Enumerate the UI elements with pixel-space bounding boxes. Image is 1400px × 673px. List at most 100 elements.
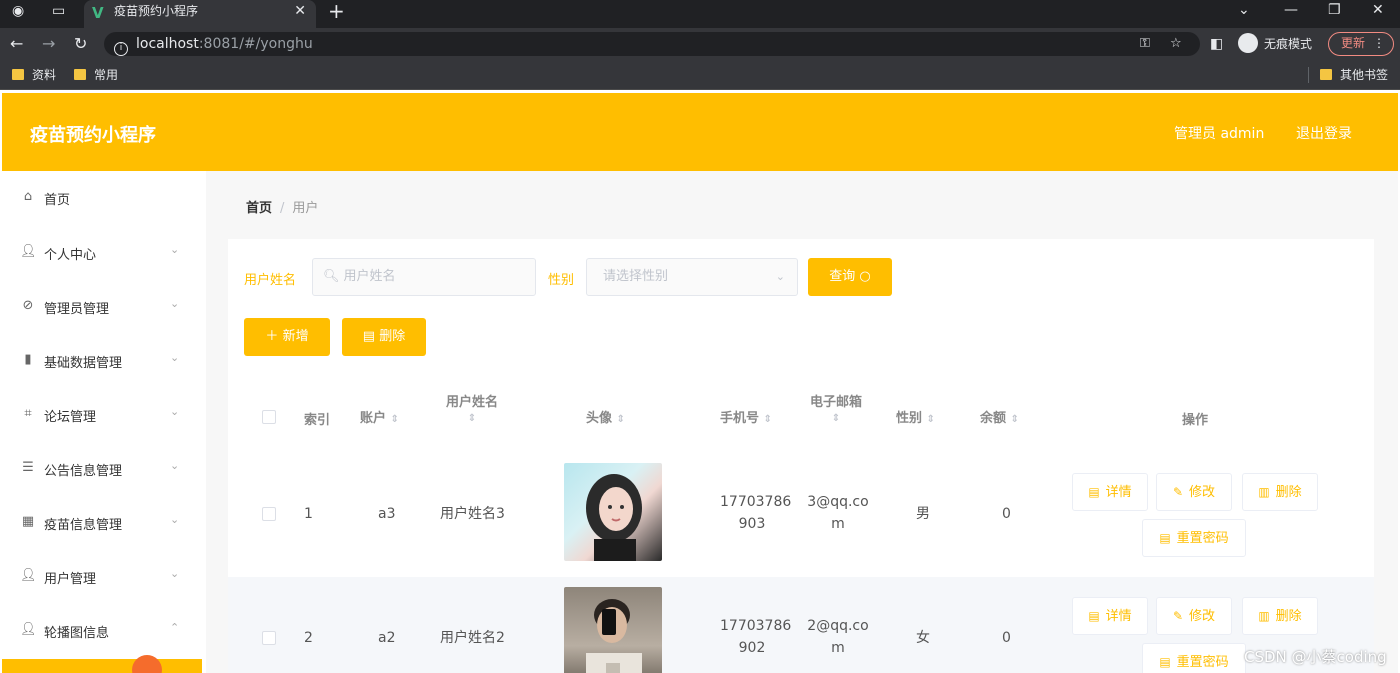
row-checkbox[interactable] <box>262 631 276 645</box>
sidebar-item-admin-manage[interactable]: ⊘ 管理员管理 ⌄ <box>2 280 204 334</box>
col-account[interactable]: 账户 ⇕ <box>360 407 399 426</box>
document-icon: ▤ <box>1088 609 1100 623</box>
gender-select[interactable]: 请选择性别 ⌄ <box>586 258 798 296</box>
cell-email: 2@qq.co m <box>807 618 869 656</box>
bookmark-star-icon[interactable]: ☆ <box>1170 32 1182 56</box>
chevron-down-icon: ⌄ <box>170 405 180 418</box>
sidebar-active-submenu[interactable] <box>2 655 202 673</box>
avatar[interactable] <box>564 463 662 561</box>
col-avatar[interactable]: 头像 ⇕ <box>586 407 625 426</box>
sort-icon[interactable]: ⇕ <box>1011 414 1019 425</box>
carousel-icon: 👤︎ <box>20 622 37 637</box>
edit-button[interactable]: ✎ 修改 <box>1156 473 1232 511</box>
new-tab-icon[interactable]: + <box>328 0 345 23</box>
breadcrumb: 首页 / 用户 <box>246 197 318 216</box>
table-row: 2 a2 用户姓名2 17703786 902 2@qq.co m 女 0 ▤ 详情 … <box>228 577 1374 673</box>
delete-button[interactable]: ▥ 删除 <box>1242 597 1318 635</box>
site-info-icon[interactable]: i <box>114 42 128 56</box>
content-panel: 用户姓名 🔍︎ 用户姓名 性别 请选择性别 ⌄ 查询 ○ ＋ 新增 ▤ 删除 索引… <box>228 239 1374 673</box>
sort-icon[interactable]: ⇕ <box>617 414 625 425</box>
home-icon: ⌂ <box>23 189 33 204</box>
bookmark-folder-changyong[interactable]: 常用 <box>74 67 118 83</box>
sort-icon[interactable]: ⇕ <box>764 414 772 425</box>
query-button[interactable]: 查询 ○ <box>808 258 892 296</box>
sidebar-panel-icon[interactable]: ◧ <box>1210 34 1223 54</box>
sidebar-item-carousel[interactable]: 👤︎ 轮播图信息 ⌃ <box>2 604 204 658</box>
add-label: 新增 <box>282 329 309 344</box>
main-content: 首页 / 用户 用户姓名 🔍︎ 用户姓名 性别 请选择性别 ⌄ 查询 ○ ＋ 新增 ▤… <box>206 171 1398 673</box>
url-input[interactable]: i localhost:8081/#/yonghu ⚿ ☆ <box>104 32 1200 56</box>
col-email[interactable]: 电子邮箱 ⇕ <box>808 391 864 425</box>
sidebar-item-vaccine-info[interactable]: ▦ 疫苗信息管理 ⌄ <box>2 496 204 550</box>
detail-button[interactable]: ▤ 详情 <box>1072 473 1148 511</box>
sort-icon[interactable]: ⇕ <box>927 414 935 425</box>
reset-password-button[interactable]: ▤ 重置密码 <box>1142 519 1246 557</box>
minimize-icon[interactable]: — <box>1284 0 1298 20</box>
breadcrumb-home[interactable]: 首页 <box>246 201 272 216</box>
incognito-indicator[interactable]: 无痕模式 <box>1238 32 1312 56</box>
forward-icon[interactable]: → <box>42 34 55 54</box>
address-bar-row: ← → ↻ i localhost:8081/#/yonghu ⚿ ☆ ◧ 无痕模… <box>0 28 1400 60</box>
edit-button[interactable]: ✎ 修改 <box>1156 597 1232 635</box>
bookmark-folder-ziliao[interactable]: 资料 <box>12 67 56 83</box>
sidebar-item-forum[interactable]: ⌗ 论坛管理 ⌄ <box>2 388 204 442</box>
folder-icon <box>12 69 24 80</box>
sort-icon[interactable]: ⇕ <box>391 414 399 425</box>
update-button[interactable]: 更新 ⋮ <box>1328 32 1394 56</box>
sidebar-item-basic-data[interactable]: ▮ 基础数据管理 ⌄ <box>2 334 204 388</box>
sort-icon[interactable]: ⇕ <box>468 413 476 424</box>
add-button[interactable]: ＋ 新增 <box>244 318 330 356</box>
bar-chart-icon: ▮ <box>24 352 32 367</box>
other-bookmarks[interactable]: 其他书签 <box>1320 67 1388 83</box>
vue-logo-icon: V <box>92 4 104 22</box>
col-phone[interactable]: 手机号 ⇕ <box>720 407 772 426</box>
sidebar-item-label: 论坛管理 <box>44 410 97 425</box>
plus-icon: ＋ <box>265 329 279 344</box>
sidebar-item-home[interactable]: ⌂ 首页 <box>2 171 204 225</box>
list-icon: ☰ <box>22 460 34 475</box>
more-menu-icon[interactable]: ⋮ <box>1373 33 1385 54</box>
delete-button[interactable]: ▥ 删除 <box>1242 473 1318 511</box>
batch-delete-button[interactable]: ▤ 删除 <box>342 318 426 356</box>
col-balance[interactable]: 余额 ⇕ <box>980 407 1019 426</box>
chevron-down-icon: ⌄ <box>775 270 785 283</box>
chevron-down-icon: ⌄ <box>170 459 180 472</box>
chevron-down-icon: ⌄ <box>170 513 180 526</box>
sort-icon[interactable]: ⇕ <box>832 413 840 424</box>
key-icon[interactable]: ⚿ <box>1140 32 1150 56</box>
search-icon: ○ <box>859 269 871 284</box>
detail-button[interactable]: ▤ 详情 <box>1072 597 1148 635</box>
batch-delete-label: 删除 <box>379 329 406 344</box>
sidebar-item-announcement[interactable]: ☰ 公告信息管理 ⌄ <box>2 442 204 496</box>
cell-gender: 女 <box>916 630 930 646</box>
chevron-up-icon: ⌃ <box>170 621 180 634</box>
sidebar-item-label: 公告信息管理 <box>44 464 123 479</box>
col-gender[interactable]: 性别 ⇕ <box>896 407 935 426</box>
reset-password-button[interactable]: ▤ 重置密码 <box>1142 643 1246 673</box>
globe-icon[interactable]: ◉ <box>12 0 24 22</box>
reload-icon[interactable]: ↻ <box>74 34 87 54</box>
tab-search-icon[interactable]: ⌄ <box>1238 0 1250 20</box>
sidebar-item-user-manage[interactable]: 👤︎ 用户管理 ⌄ <box>2 550 204 604</box>
close-window-icon[interactable]: ✕ <box>1372 0 1384 20</box>
select-all-checkbox[interactable] <box>262 410 276 424</box>
incognito-icon <box>1238 33 1258 53</box>
sidebar-item-personal-center[interactable]: 👤︎ 个人中心 ⌄ <box>2 226 204 280</box>
cell-name: 用户姓名3 <box>440 506 505 522</box>
query-label: 查询 <box>829 269 856 284</box>
sidebar-item-label: 首页 <box>44 193 71 208</box>
restore-icon[interactable]: ❐ <box>1328 0 1341 20</box>
avatar[interactable] <box>564 587 662 673</box>
row-checkbox[interactable] <box>262 507 276 521</box>
col-name[interactable]: 用户姓名 ⇕ <box>444 391 500 425</box>
browser-tab-active[interactable]: V 疫苗预约小程序 ✕ <box>84 0 316 28</box>
bookmarks-divider <box>1308 67 1309 83</box>
tab-strip-icon[interactable]: ▭ <box>52 0 65 22</box>
close-tab-icon[interactable]: ✕ <box>294 0 306 22</box>
grid-icon: ▦ <box>21 514 35 529</box>
back-icon[interactable]: ← <box>10 34 23 54</box>
table-row: 1 a3 用户姓名3 17703786 903 3@qq.co m 男 0 ▤ 详情 … <box>228 453 1374 575</box>
app-title: 疫苗预约小程序 <box>30 125 156 146</box>
logout-link[interactable]: 退出登录 <box>1296 123 1352 143</box>
search-name-input[interactable]: 🔍︎ 用户姓名 <box>312 258 536 296</box>
